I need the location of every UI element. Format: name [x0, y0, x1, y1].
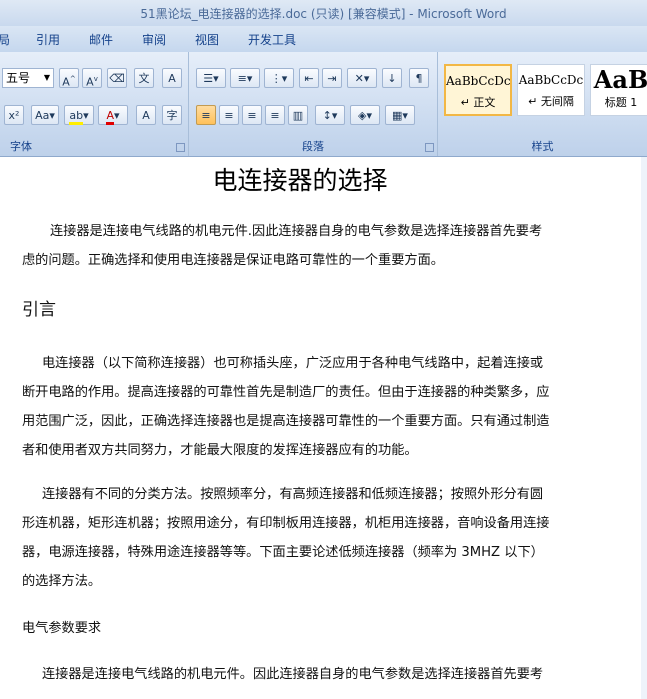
para2-line-2: 形连机器，矩形连机器；按照用途分，有印制板用连接器，机柜用连接器，音响设备用连接 [22, 516, 550, 531]
align-center-icon[interactable]: ≡ [219, 105, 239, 125]
tab-layout[interactable]: 局 [0, 31, 10, 48]
asian-layout-icon[interactable]: ✕▾ [347, 68, 377, 88]
character-border-icon[interactable]: A [162, 68, 182, 88]
styles-group: AaBbCcDc ↵ 正文 AaBbCcDc ↵ 无间隔 AaB 标题 1 样式 [438, 52, 647, 156]
intro-line-2: 虑的问题。正确选择和使用电连接器是保证电路可靠性的一个重要方面。 [22, 253, 444, 268]
decrease-indent-icon[interactable]: ⇤ [299, 68, 319, 88]
vertical-scrollbar[interactable] [641, 157, 647, 699]
style-no-spacing-preview: AaBbCcDc [518, 73, 584, 87]
increase-indent-icon[interactable]: ⇥ [322, 68, 342, 88]
justify-icon[interactable]: ≡ [265, 105, 285, 125]
tab-references[interactable]: 引用 [36, 31, 60, 48]
tab-review[interactable]: 审阅 [142, 31, 166, 48]
style-no-spacing[interactable]: AaBbCcDc ↵ 无间隔 [517, 64, 585, 116]
tab-developer[interactable]: 开发工具 [248, 31, 296, 48]
numbering-icon[interactable]: ≡▾ [230, 68, 260, 88]
para3-line-1: 连接器是连接电气线路的机电元件。因此连接器自身的电气参数是选择连接器首先要考 [42, 667, 544, 682]
distributed-icon[interactable]: ▥ [288, 105, 308, 125]
clear-format-icon[interactable]: ⌫ [107, 68, 127, 88]
font-dialog-launcher-icon[interactable] [176, 143, 185, 152]
shrink-font-icon[interactable]: Av [82, 68, 102, 89]
intro-line-1: 连接器是连接电气线路的机电元件.因此连接器自身的电气参数是选择连接器首先要考 [50, 224, 543, 239]
style-normal-name: ↵ 正文 [460, 96, 496, 109]
borders-icon[interactable]: ▦▾ [385, 105, 415, 125]
document-page[interactable]: 电连接器的选择 连接器是连接电气线路的机电元件.因此连接器自身的电气参数是选择连… [0, 157, 647, 699]
para1-line-2: 断开电路的作用。提高连接器的可靠性首先是制造厂的责任。但由于连接器的种类繁多，应 [22, 385, 550, 400]
style-heading1-name: 标题 1 [604, 96, 638, 109]
styles-group-label: 样式 [531, 140, 554, 153]
phonetic-guide-icon[interactable]: 文 [134, 68, 154, 88]
style-no-spacing-name: ↵ 无间隔 [528, 95, 574, 108]
para1-line-1: 电连接器（以下简称连接器）也可称插头座，广泛应用于各种电气线路中，起着连接或 [42, 356, 544, 371]
font-size-select[interactable]: 五号 ▼ [2, 68, 54, 88]
bullets-icon[interactable]: ☰▾ [196, 68, 226, 88]
para1-line-3: 用范围广泛，因此，正确选择连接器也是提高连接器可靠性的一个重要方面。只有通过制造 [22, 414, 550, 429]
para2-line-1: 连接器有不同的分类方法。按照频率分，有高频连接器和低频连接器；按照外形分有圆 [42, 487, 544, 502]
line-spacing-icon[interactable]: ↕▾ [315, 105, 345, 125]
tab-mailings[interactable]: 邮件 [89, 31, 113, 48]
document-title: 电连接器的选择 [212, 166, 388, 195]
sort-icon[interactable]: ↓ [382, 68, 402, 88]
superscript-icon[interactable]: x² [4, 105, 24, 125]
multilevel-list-icon[interactable]: ⋮▾ [264, 68, 294, 88]
paragraph-group-label: 段落 [302, 140, 324, 153]
show-marks-icon[interactable]: ¶ [409, 68, 429, 88]
character-shading-icon[interactable]: A [136, 105, 156, 125]
window-title: 51黑论坛_电连接器的选择.doc (只读) [兼容模式] - Microsof… [140, 7, 507, 21]
style-heading1[interactable]: AaB 标题 1 [590, 64, 647, 116]
para2-line-3: 器，电源连接器，特殊用途连接器等等。下面主要论述低频连接器（频率为 3MHZ 以… [22, 545, 544, 560]
font-color-icon[interactable]: A▾ [98, 105, 128, 125]
style-normal-preview: AaBbCcDc [446, 74, 510, 88]
style-normal[interactable]: AaBbCcDc ↵ 正文 [444, 64, 512, 116]
change-case-icon[interactable]: Aa▾ [31, 105, 59, 125]
highlight-icon[interactable]: ab▾ [64, 105, 94, 125]
para2-line-4: 的选择方法。 [22, 574, 102, 589]
enclose-character-icon[interactable]: 字 [162, 105, 182, 125]
style-heading1-preview: AaB [593, 65, 647, 94]
ribbon-tabs: 局 引用 邮件 审阅 视图 开发工具 [0, 26, 647, 52]
title-bar: 51黑论坛_电连接器的选择.doc (只读) [兼容模式] - Microsof… [0, 0, 647, 27]
font-group-label: 字体 [10, 140, 32, 153]
para1-line-4: 者和使用者双方共同努力，才能最大限度的发挥连接器应有的功能。 [22, 443, 418, 458]
heading-electrical: 电气参数要求 [22, 621, 102, 636]
font-group: 五号 ▼ A^ Av ⌫ 文 A x² Aa▾ ab▾ A▾ A 字 字体 [0, 52, 189, 156]
paragraph-dialog-launcher-icon[interactable] [425, 143, 434, 152]
align-right-icon[interactable]: ≡ [242, 105, 262, 125]
ribbon: 五号 ▼ A^ Av ⌫ 文 A x² Aa▾ ab▾ A▾ A 字 字体 ☰▾… [0, 52, 647, 157]
heading-intro: 引言 [22, 300, 56, 320]
font-size-value: 五号 [6, 71, 31, 85]
paragraph-group: ☰▾ ≡▾ ⋮▾ ⇤ ⇥ ✕▾ ↓ ¶ ≡ ≡ ≡ ≡ ▥ ↕▾ ◈▾ ▦▾ 段… [189, 52, 438, 156]
chevron-down-icon: ▼ [43, 73, 50, 82]
tab-view[interactable]: 视图 [195, 31, 219, 48]
align-left-icon[interactable]: ≡ [196, 105, 216, 125]
grow-font-icon[interactable]: A^ [59, 68, 79, 89]
shading-icon[interactable]: ◈▾ [350, 105, 380, 125]
